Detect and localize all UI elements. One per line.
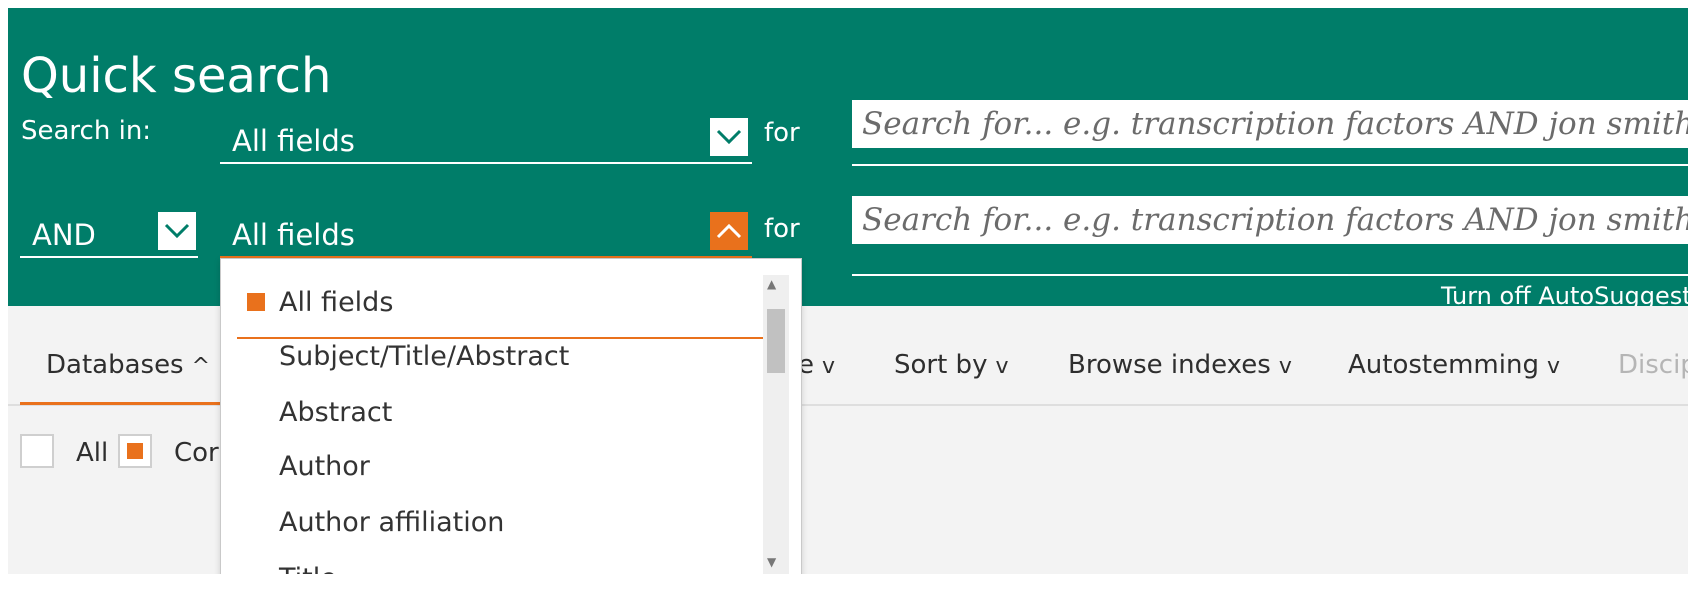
for-label: for [764,118,800,148]
tab-browse-indexes[interactable]: Browse indexes v [1068,352,1292,378]
tab-discipline[interactable]: Discip [1618,352,1688,378]
chevron-down-icon[interactable] [710,118,748,156]
field-select-value: All fields [232,124,355,158]
for-label: for [764,214,800,244]
chevron-down-icon[interactable] [158,212,196,250]
field-select-row-1[interactable]: All fields [220,112,752,164]
selected-underline [237,337,773,339]
search-field-row-2[interactable] [852,196,1688,276]
search-input[interactable] [852,100,1688,148]
chevron-down-icon: v [1546,354,1560,379]
dropdown-option[interactable]: Author affiliation [279,509,504,536]
field-select-row-2[interactable]: All fields [220,208,752,258]
search-field-row-1[interactable] [852,100,1688,166]
chevron-down-icon: v [822,354,836,379]
tab-label: Sort by [894,350,988,380]
scroll-down-arrow-icon[interactable]: ▼ [767,555,776,569]
scrollbar-thumb[interactable] [767,309,785,373]
tab-label: Discip [1618,350,1688,380]
tab-databases[interactable]: Databases ^ [46,352,210,378]
chevron-down-icon: v [995,354,1009,379]
field-dropdown-list: All fields Subject/Title/Abstract Abstra… [220,258,802,574]
autosuggest-toggle-link[interactable]: Turn off AutoSuggest [1441,284,1688,308]
page-title: Quick search [21,48,332,104]
tab-label: Browse indexes [1068,350,1271,380]
tab-sort-by[interactable]: Sort by v [894,352,1008,378]
chevron-down-icon: v [1278,354,1292,379]
tab-label: Autostemming [1348,350,1539,380]
tab-label: Databases [46,350,184,380]
selected-marker-icon [247,293,265,311]
search-input[interactable] [852,196,1688,244]
operator-value: AND [32,218,96,252]
dropdown-option[interactable]: Author [279,453,370,480]
dropdown-option[interactable]: Subject/Title/Abstract [279,343,569,370]
compendex-label: Cor [174,438,219,468]
operator-select[interactable]: AND [20,208,198,258]
search-in-label: Search in: [21,116,152,146]
chevron-up-icon: ^ [191,354,211,379]
compendex-checkbox[interactable] [118,434,152,468]
field-select-value: All fields [232,218,355,252]
dropdown-option[interactable]: Title [279,565,337,574]
dropdown-option[interactable]: Abstract [279,399,392,426]
tab-date[interactable]: ev [798,352,835,378]
quick-search-panel: Quick search Search in: All fields for A… [8,8,1688,574]
chevron-up-icon[interactable] [710,212,748,250]
checkbox-mark [127,443,143,459]
scroll-up-arrow-icon[interactable]: ▲ [767,277,776,291]
all-databases-checkbox[interactable] [20,434,54,468]
active-tab-indicator [20,402,220,405]
dropdown-option[interactable]: All fields [279,289,393,316]
all-databases-label: All [76,438,109,468]
tab-autostemming[interactable]: Autostemming v [1348,352,1560,378]
